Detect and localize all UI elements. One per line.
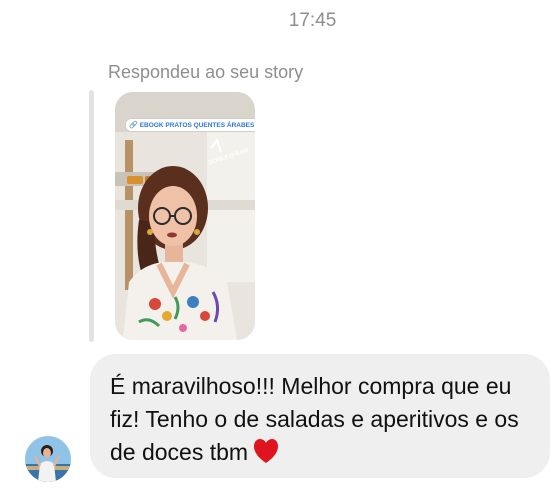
avatar-image [25, 436, 71, 482]
reply-quote-bar [89, 90, 94, 342]
link-icon: 🔗 [129, 122, 138, 129]
story-link-sticker[interactable]: 🔗 EBOOK PRATOS QUENTES ÁRABES [126, 119, 255, 131]
message-text: É maravilhoso!!! Melhor compra que eu fi… [110, 373, 519, 465]
message-bubble[interactable]: É maravilhoso!!! Melhor compra que eu fi… [90, 354, 550, 478]
story-thumbnail[interactable]: DONLE@ 0.6M 🔗 EBOOK PRATOS QUENTES ÁRABE… [115, 92, 255, 340]
story-reply-label: Respondeu ao seu story [108, 62, 304, 82]
red-heart-icon [252, 438, 280, 473]
sender-avatar[interactable] [25, 436, 71, 482]
message-timestamp: 17:45 [288, 10, 337, 31]
story-link-text: EBOOK PRATOS QUENTES ÁRABES [139, 121, 255, 129]
